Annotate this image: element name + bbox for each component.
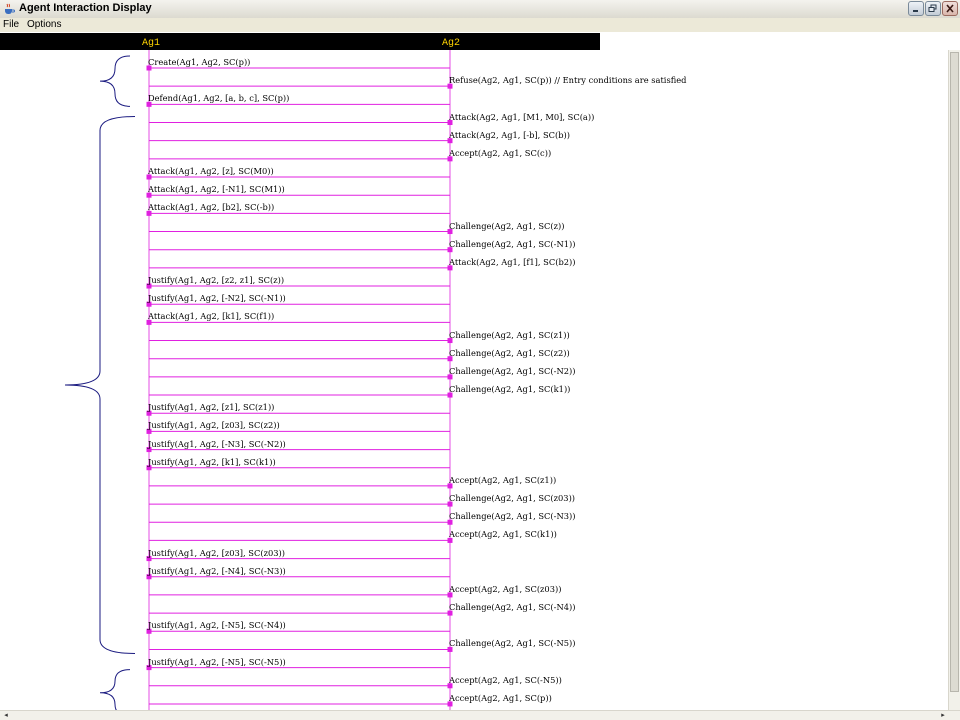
message-label: Justify(Ag1, Ag2, [-N2], SC(-N1)) (148, 293, 286, 304)
message-label: Challenge(Ag2, Ag1, SC(-N4)) (449, 602, 576, 613)
message-label: Justify(Ag1, Ag2, [z2, z1], SC(z)) (148, 275, 285, 286)
message-label: Attack(Ag1, Ag2, [k1], SC(f1)) (148, 311, 275, 322)
message-label: Refuse(Ag2, Ag1, SC(p)) // Entry conditi… (449, 75, 687, 86)
message-label: Create(Ag1, Ag2, SC(p)) (148, 57, 251, 67)
message-label: Justify(Ag1, Ag2, [-N4], SC(-N3)) (148, 565, 286, 576)
message-label: Challenge(Ag2, Ag1, SC(-N2)) (449, 365, 576, 376)
message-label: Justify(Ag1, Ag2, [k1], SC(k1)) (148, 456, 276, 467)
message-label: Justify(Ag1, Ag2, [-N5], SC(-N5)) (148, 656, 286, 667)
message-label: Justify(Ag1, Ag2, [-N5], SC(-N4)) (148, 620, 286, 631)
message-label: Justify(Ag1, Ag2, [z03], SC(z03)) (148, 547, 285, 558)
message-label: Challenge(Ag2, Ag1, SC(z2)) (449, 347, 570, 358)
message-label: Attack(Ag2, Ag1, [f1], SC(b2)) (449, 256, 576, 267)
vertical-scrollbar[interactable] (948, 50, 960, 710)
message-label: Attack(Ag1, Ag2, [z], SC(M0)) (148, 166, 274, 177)
message-label: Challenge(Ag2, Ag1, SC(-N1)) (449, 238, 576, 249)
message-label: Attack(Ag1, Ag2, [-N1], SC(M1)) (148, 184, 285, 195)
brace-closing-phase (99, 669, 131, 717)
message-label: Challenge(Ag2, Ag1, SC(z1)) (449, 329, 570, 340)
message-label: Accept(Ag2, Ag1, SC(z1)) (449, 474, 557, 485)
message-label: Justify(Ag1, Ag2, [-N3], SC(-N2)) (148, 438, 286, 449)
message-label: Accept(Ag2, Ag1, SC(p)) (449, 692, 552, 703)
message-label: Challenge(Ag2, Ag1, SC(-N3)) (449, 511, 576, 522)
brace-argumentation-phase (64, 116, 136, 654)
message-label: Challenge(Ag2, Ag1, SC(z03)) (449, 493, 576, 504)
message-label: Defend(Ag1, Ag2, [a, b, c], SC(p)) (148, 93, 290, 104)
message-label: Attack(Ag1, Ag2, [b2], SC(-b)) (148, 202, 275, 213)
message-label: Accept(Ag2, Ag1, SC(z03)) (449, 583, 562, 594)
horizontal-scrollbar[interactable]: ◂ ▸ (0, 710, 960, 720)
message-label: Justify(Ag1, Ag2, [z03], SC(z2)) (148, 420, 280, 431)
message-label: Challenge(Ag2, Ag1, SC(z)) (449, 220, 565, 231)
message-label: Accept(Ag2, Ag1, SC(-N5)) (449, 674, 562, 685)
message-label: Justify(Ag1, Ag2, [z1], SC(z1)) (148, 402, 275, 413)
message-label: Attack(Ag2, Ag1, [M1, M0], SC(a)) (449, 111, 595, 122)
message-label: Accept(Ag2, Ag1, SC(k1)) (449, 529, 557, 540)
message-label: Challenge(Ag2, Ag1, SC(k1)) (449, 384, 571, 395)
message-label: Accept(Ag2, Ag1, SC(c)) (449, 147, 552, 158)
scroll-left-icon[interactable]: ◂ (1, 711, 11, 720)
scroll-right-icon[interactable]: ▸ (938, 711, 948, 720)
message-label: Challenge(Ag2, Ag1, SC(-N5)) (449, 638, 576, 649)
message-label: Attack(Ag2, Ag1, [-b], SC(b)) (449, 129, 571, 140)
brace-opening-phase (99, 55, 131, 107)
vertical-scroll-thumb[interactable] (950, 52, 959, 692)
